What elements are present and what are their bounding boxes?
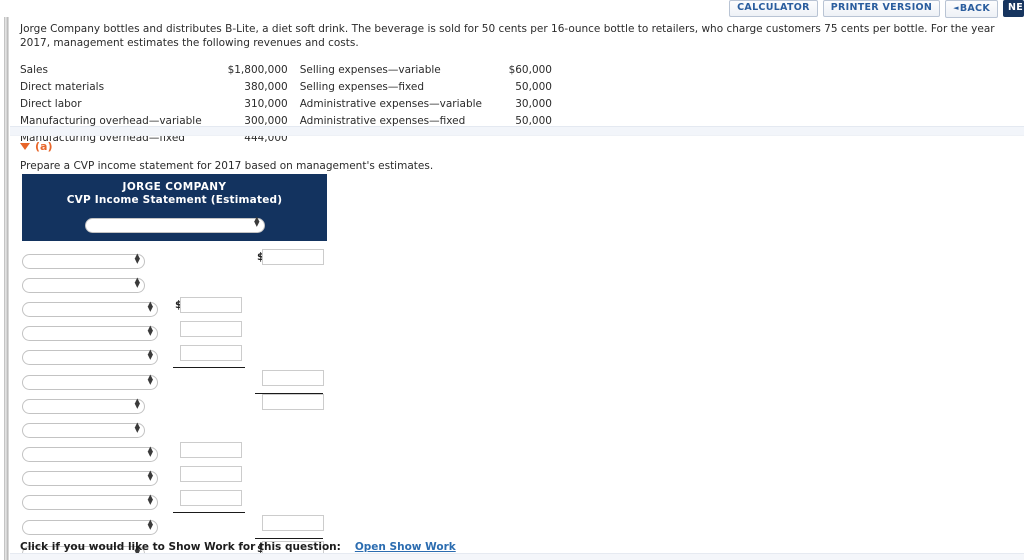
bottom-band <box>10 553 1024 560</box>
figure-value: $60,000 <box>508 64 552 76</box>
spacer <box>288 81 300 98</box>
statement-row: ▲ ▼ <box>22 369 324 394</box>
line-item-select-7[interactable] <box>22 399 145 414</box>
line-item-select-5[interactable] <box>22 350 158 365</box>
line-item-select-2[interactable] <box>22 278 145 293</box>
subtotal-rule <box>255 537 323 539</box>
amount-input-1-outer[interactable] <box>262 248 324 265</box>
figures-table: Sales $1,800,000 Selling expenses—variab… <box>20 64 552 149</box>
select-box: ▲▼ <box>22 297 158 317</box>
select-box: ▲▼ <box>22 394 145 414</box>
amount-input-11-inner[interactable] <box>180 489 242 506</box>
select-box: ▲▼ <box>84 212 265 233</box>
line-item-select-3[interactable] <box>22 302 158 317</box>
part-a-header[interactable]: (a) <box>20 140 433 153</box>
select-box: ▲▼ <box>22 345 158 365</box>
amount-input-5-inner[interactable] <box>180 344 242 361</box>
select-box: ▲▼ <box>22 515 158 535</box>
statement-title: CVP Income Statement (Estimated) <box>66 194 283 206</box>
amount-input-6-outer[interactable] <box>262 369 324 386</box>
select-box: ▲▼ <box>22 490 158 510</box>
figure-value: 380,000 <box>244 81 288 93</box>
select-box: ▲▼ <box>22 273 145 293</box>
line-item-select-1[interactable] <box>22 254 145 269</box>
amount-input-12-outer[interactable] <box>262 514 324 531</box>
statement-rows: ▲ ▼ $ ▲ ▼ ▲ ▼ $ ▲ ▼ ▲ ▼ ▲ ▼ ▲ ▼ ▲ ▼ ▲ ▼ … <box>22 248 522 560</box>
statement-row: ▲ ▼ <box>22 320 242 345</box>
cvp-statement-form: JORGE COMPANY CVP Income Statement (Esti… <box>22 174 522 560</box>
back-button[interactable]: ◄BACK <box>945 0 998 18</box>
calculator-button[interactable]: CALCULATOR <box>729 0 818 17</box>
amount-input-4-inner[interactable] <box>180 320 242 337</box>
page-root: CALCULATOR PRINTER VERSION ◄BACK NEXT Jo… <box>0 0 1024 560</box>
subtotal-rule <box>173 511 245 513</box>
statement-row: ▲ ▼ <box>22 344 242 369</box>
open-show-work-link[interactable]: Open Show Work <box>355 541 456 553</box>
statement-row: ▲ ▼ <box>22 393 324 418</box>
statement-row: ▲ ▼ <box>22 465 242 490</box>
collapse-triangle-icon[interactable] <box>20 143 30 150</box>
amount-input-9-inner[interactable] <box>180 441 242 458</box>
back-button-label: BACK <box>959 2 990 14</box>
figure-label: Administrative expenses—variable <box>299 98 482 110</box>
part-a-section: (a) Prepare a CVP income statement for 2… <box>20 140 433 172</box>
figure-label: Selling expenses—variable <box>299 64 441 76</box>
part-a-instruction: Prepare a CVP income statement for 2017 … <box>20 160 434 172</box>
back-arrow-icon: ◄ <box>953 3 959 12</box>
left-scroll-rail <box>0 0 9 560</box>
select-box: ▲▼ <box>22 249 145 269</box>
amount-input-10-inner[interactable] <box>180 465 242 482</box>
figure-value: 50,000 <box>515 81 552 93</box>
figure-label: Sales <box>20 64 48 76</box>
show-work-prompt: Click if you would like to Show Work for… <box>20 541 341 553</box>
header-select-wrap: ▲ ▼ <box>22 212 327 233</box>
select-box: ▲▼ <box>22 442 158 462</box>
select-box: ▲▼ <box>22 466 158 486</box>
table-row: Direct materials 380,000 Selling expense… <box>20 81 552 98</box>
statement-row: ▲ ▼ <box>22 441 242 466</box>
statement-row: ▲ ▼ <box>22 418 145 442</box>
table-row: Direct labor 310,000 Administrative expe… <box>20 98 552 115</box>
figure-value: 30,000 <box>515 98 552 110</box>
table-row: Sales $1,800,000 Selling expenses—variab… <box>20 64 552 81</box>
line-item-select-6[interactable] <box>22 375 158 390</box>
statement-row: ▲ ▼ <box>22 489 242 514</box>
printer-version-button[interactable]: PRINTER VERSION <box>822 0 941 17</box>
figure-label: Selling expenses—fixed <box>299 81 425 93</box>
line-item-select-12[interactable] <box>22 520 158 535</box>
part-a-label: (a) <box>35 140 53 153</box>
line-item-select-9[interactable] <box>22 447 158 462</box>
given-figures: Sales $1,800,000 Selling expenses—variab… <box>10 64 1024 149</box>
statement-row: ▲ ▼ <box>22 514 324 539</box>
amount-input-3-inner[interactable] <box>180 296 242 313</box>
select-box: ▲▼ <box>22 370 158 390</box>
select-box: ▲▼ <box>22 418 145 438</box>
select-box: ▲▼ <box>22 321 158 341</box>
statement-header: JORGE COMPANY CVP Income Statement (Esti… <box>22 174 327 241</box>
line-item-select-4[interactable] <box>22 326 158 341</box>
section-divider <box>10 126 1024 136</box>
line-item-select-10[interactable] <box>22 471 158 486</box>
statement-row: ▲ ▼ <box>22 273 145 297</box>
show-work-footer: Click if you would like to Show Work for… <box>20 541 456 553</box>
next-button[interactable]: NEXT <box>1003 0 1024 17</box>
figure-label: Direct labor <box>20 98 82 110</box>
line-item-select-8[interactable] <box>22 423 145 438</box>
statement-period-select[interactable] <box>84 217 265 233</box>
line-item-select-11[interactable] <box>22 495 158 510</box>
figure-value: $1,800,000 <box>227 64 288 76</box>
figure-value: 310,000 <box>244 98 288 110</box>
spacer <box>288 64 300 81</box>
spacer <box>288 98 300 115</box>
amount-input-7-outer[interactable] <box>262 393 324 410</box>
problem-statement: Jorge Company bottles and distributes B-… <box>20 23 995 49</box>
figure-label: Direct materials <box>20 81 105 93</box>
subtotal-rule <box>173 366 245 368</box>
company-name: JORGE COMPANY <box>122 181 227 193</box>
statement-row: ▲▼ $ <box>22 296 242 321</box>
scrollbar-track[interactable] <box>4 17 8 560</box>
top-toolbar: CALCULATOR PRINTER VERSION ◄BACK NEXT <box>0 0 1024 18</box>
statement-row: ▲▼ $ <box>22 248 324 273</box>
